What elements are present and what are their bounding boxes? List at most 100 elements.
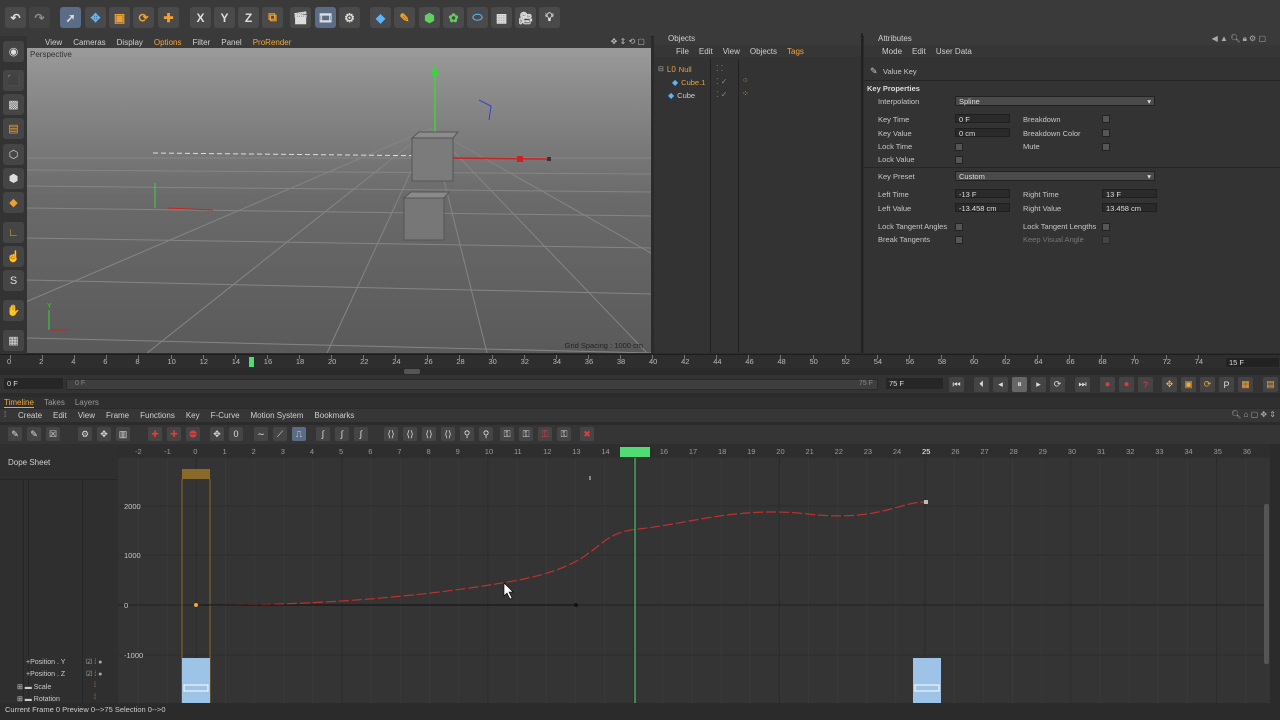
timeline-menu-create[interactable]: Create (18, 411, 42, 420)
fcurve-scrollbar[interactable] (1264, 504, 1269, 664)
timeline-nav-icons[interactable]: 🔍︎ ⌂ ▢ ✥ ⇕ (1231, 410, 1276, 419)
viewport-menu-cameras[interactable]: Cameras (73, 38, 105, 47)
tangent-zero-icon[interactable]: ⟨⟩ (441, 427, 455, 441)
track-scale[interactable]: ⊞ ▬ Scale ⁞ (0, 682, 118, 694)
lock-tangent-icon[interactable]: ⚲ (460, 427, 474, 441)
right-value-field[interactable]: 13.458 cm (1102, 203, 1157, 213)
key-value-field[interactable]: 0 cm (955, 128, 1010, 138)
camera-icon[interactable]: 🎥︎ (515, 7, 536, 28)
coordinate-system-icon[interactable]: ⧉ (262, 7, 283, 28)
visibility-dots-icon[interactable]: ⁚ ✓ (716, 77, 727, 86)
left-value-field[interactable]: -13.458 cm (955, 203, 1010, 213)
object-row-cube-1[interactable]: ◆ Cube.1 ⁚ ✓ ⁘ (672, 76, 858, 88)
breakdown-checkbox[interactable] (1102, 115, 1110, 123)
deformer-icon[interactable]: ⬭ (467, 7, 488, 28)
viewport-menu-filter[interactable]: Filter (192, 38, 210, 47)
delete-keys-icon[interactable]: ✖ (580, 427, 594, 441)
track-controls-icon[interactable]: ☑ ⁞ ● (86, 658, 102, 666)
attributes-menu-mode[interactable]: Mode (882, 47, 902, 56)
ruler-scroll-thumb[interactable] (404, 369, 420, 374)
pen-spline-icon[interactable]: ✎ (394, 7, 415, 28)
timeline-menu-functions[interactable]: Functions (140, 411, 175, 420)
keyframe-selection-icon[interactable]: ? (1138, 377, 1153, 392)
record-rotation-icon[interactable]: ⟳ (1200, 377, 1215, 392)
end-frame-field[interactable]: 75 F (886, 378, 943, 389)
visibility-dots-icon[interactable]: ⁚ ⁚ (716, 64, 723, 73)
texture-mode-icon[interactable]: ▩ (3, 94, 24, 115)
tangent-fixed-icon[interactable]: ⟨⟩ (422, 427, 436, 441)
light-icon[interactable]: 💡︎ (539, 7, 560, 28)
scale-tool-icon[interactable]: ▣ (109, 7, 130, 28)
tweak-mode-icon[interactable]: ☝ (3, 246, 24, 267)
select-tool-icon[interactable]: ➚ (60, 7, 81, 28)
objects-menu-view[interactable]: View (723, 47, 740, 56)
key-lock-icon[interactable]: ⚿ (500, 427, 514, 441)
expand-icon[interactable]: ⊟ (658, 65, 664, 73)
y-axis-icon[interactable]: Y (214, 7, 235, 28)
frame-zero-icon[interactable]: 0 (229, 427, 243, 441)
interpolation-dropdown[interactable]: Spline ▾ (955, 96, 1155, 106)
points-mode-icon[interactable]: ⬡ (3, 144, 24, 165)
ruler-end-field[interactable]: 15 F (1226, 358, 1279, 367)
tab-takes[interactable]: Takes (44, 398, 65, 407)
record-pla-icon[interactable]: ▦ (1238, 377, 1253, 392)
move-tool-icon[interactable]: ✥ (85, 7, 106, 28)
key-extra-icon[interactable]: ⚿ (557, 427, 571, 441)
z-axis-icon[interactable]: Z (238, 7, 259, 28)
objects-menu-tags[interactable]: Tags (787, 47, 804, 56)
track-key-icon[interactable]: ⁞ (94, 682, 96, 689)
objects-menu-file[interactable]: File (676, 47, 689, 56)
solo-icon[interactable]: ✋ (3, 300, 24, 321)
viewport-menu-view[interactable]: View (45, 38, 62, 47)
timeline-menu-frame[interactable]: Frame (106, 411, 129, 420)
lock-tangent-angles-checkbox[interactable] (955, 223, 963, 231)
keep-visual-angle-checkbox[interactable] (1102, 236, 1110, 244)
go-to-start-icon[interactable]: ⏮ (949, 377, 964, 392)
remove-key-icon[interactable]: ⛔︎ (186, 427, 200, 441)
render-settings-icon[interactable]: ⚙ (339, 7, 360, 28)
workplane-mode-icon[interactable]: ▤ (3, 118, 24, 139)
track-position-z[interactable]: +Position . Z ☑ ⁞ ● (0, 670, 118, 682)
timeline-window-icon[interactable]: ▤ (1263, 377, 1278, 392)
step-interp-icon[interactable]: ⎍ (292, 427, 306, 441)
snap-icon[interactable]: ▥ (116, 427, 130, 441)
redo-icon[interactable]: ↷ (29, 7, 50, 28)
tab-timeline[interactable]: Timeline (4, 398, 34, 408)
visibility-dots-icon[interactable]: ⁚ ✓ (716, 90, 727, 99)
add-key-icon[interactable]: ✚ (148, 427, 162, 441)
attributes-nav-icons[interactable]: ◀ ▲ 🔍︎ 🔒︎ ⚙ ▢ (1212, 34, 1266, 44)
left-time-field[interactable]: -13 F (955, 189, 1010, 199)
objects-menu-objects[interactable]: Objects (750, 47, 777, 56)
rotate-tool-icon[interactable]: ⟳ (133, 7, 154, 28)
axis-mode-icon[interactable]: ∟ (3, 222, 24, 243)
viewport-menu-display[interactable]: Display (117, 38, 143, 47)
preview-range-slider[interactable]: 0 F 75 F (66, 379, 878, 390)
break-tangents-checkbox[interactable] (955, 236, 963, 244)
edges-mode-icon[interactable]: ⬢ (3, 168, 24, 189)
automatic-mode-icon[interactable]: ✥ (97, 427, 111, 441)
record-icon[interactable]: ⏺ (1100, 377, 1115, 392)
perspective-viewport[interactable]: Perspective Y Grid Spacing: 1000 cm (27, 48, 651, 353)
previous-key-icon[interactable]: ⏴ (974, 377, 989, 392)
mute-checkbox[interactable] (1102, 143, 1110, 151)
tangent-clamp-icon[interactable]: ⟨⟩ (403, 427, 417, 441)
live-selection-icon[interactable]: ✚ (158, 7, 179, 28)
make-editable-icon[interactable]: ◉ (3, 41, 24, 62)
objects-menu-edit[interactable]: Edit (699, 47, 713, 56)
snapping-icon[interactable]: S (3, 270, 24, 291)
floor-icon[interactable]: ▦ (491, 7, 512, 28)
key-time-field[interactable]: 0 F (955, 114, 1010, 124)
timeline-menu-bookmarks[interactable]: Bookmarks (314, 411, 354, 420)
add-keys-icon[interactable]: ✚ (167, 427, 181, 441)
ease-both-icon[interactable]: ∫ (354, 427, 368, 441)
spline-interp-icon[interactable]: ∼ (254, 427, 268, 441)
pause-icon[interactable]: ⏸ (1012, 377, 1027, 392)
lock-time-checkbox[interactable] (955, 143, 963, 151)
timeline-menu-fcurve[interactable]: F-Curve (211, 411, 240, 420)
render-picture-viewer-icon[interactable]: 🎞︎ (315, 7, 336, 28)
undo-icon[interactable]: ↶ (5, 7, 26, 28)
lock-tangent-lengths-checkbox[interactable] (1102, 223, 1110, 231)
tangent-auto-icon[interactable]: ⟨⟩ (384, 427, 398, 441)
loop-icon[interactable]: ⟳ (1050, 377, 1065, 392)
cloner-icon[interactable]: ✿ (443, 7, 464, 28)
